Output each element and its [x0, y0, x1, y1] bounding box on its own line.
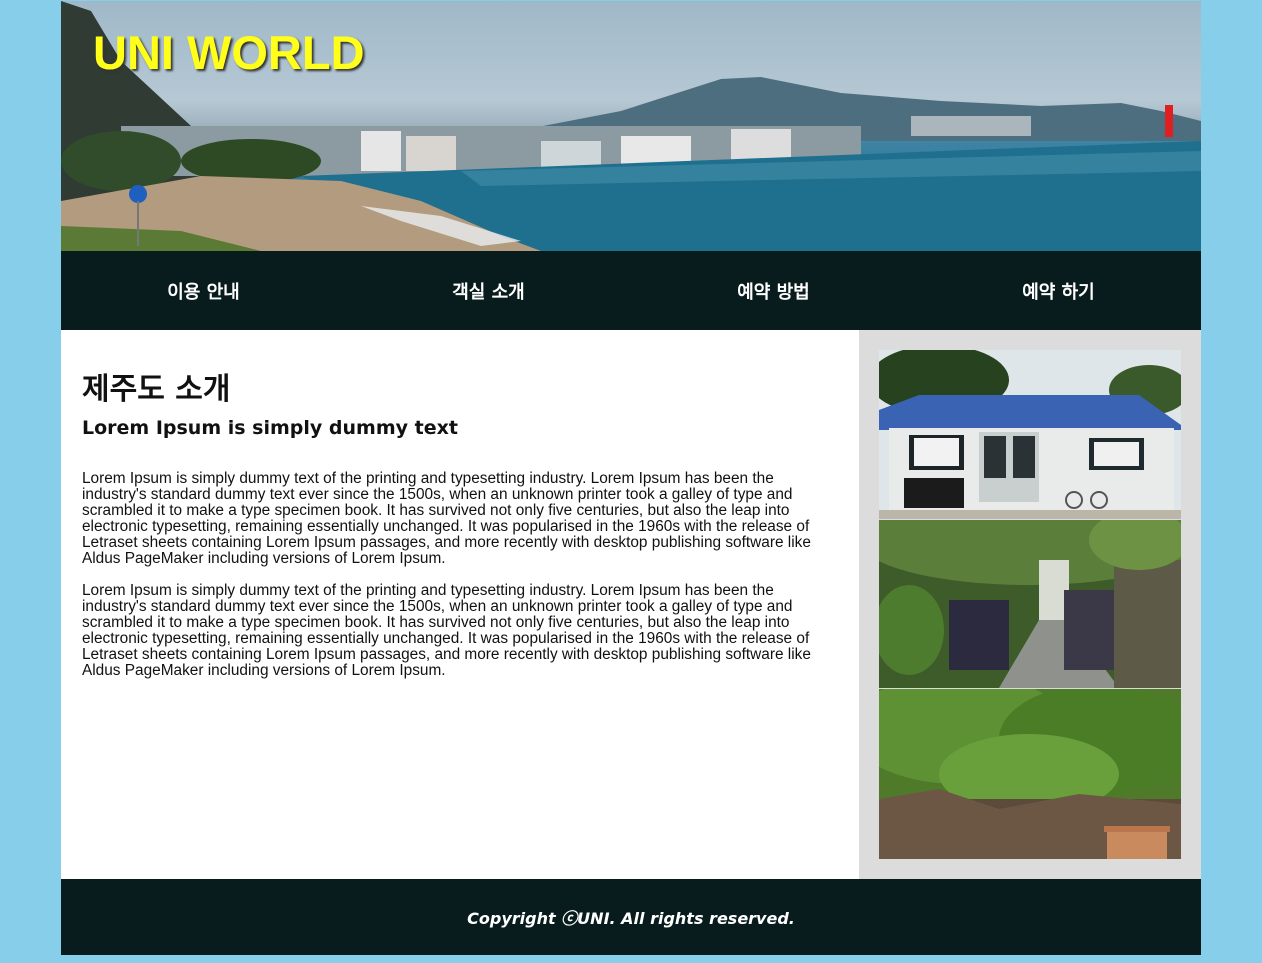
main-content: 제주도 소개 Lorem Ipsum is simply dummy text …: [61, 330, 859, 879]
copyright-text: Copyright ⓒUNI. All rights reserved.: [467, 909, 795, 928]
footer: Copyright ⓒUNI. All rights reserved.: [61, 879, 1201, 955]
nav-item-make-reservation[interactable]: 예약 하기: [916, 251, 1201, 330]
sidebar: [859, 330, 1201, 879]
nav-item-room-intro[interactable]: 객실 소개: [346, 251, 631, 330]
site-logo[interactable]: UNI WORLD: [93, 25, 365, 80]
nav-item-usage-guide[interactable]: 이용 안내: [61, 251, 346, 330]
body-paragraph: Lorem Ipsum is simply dummy text of the …: [82, 470, 811, 567]
stone-wall-alley-photo: [879, 520, 1181, 688]
garden-shrubs-photo: [879, 689, 1181, 859]
main-nav: 이용 안내 객실 소개 예약 방법 예약 하기: [61, 251, 1201, 330]
page-container: UNI WORLD 이용 안내 객실 소개 예약 방법 예약 하기 제주도 소개…: [61, 1, 1201, 955]
header-banner: UNI WORLD: [61, 1, 1201, 251]
page-subtitle: Lorem Ipsum is simply dummy text: [82, 417, 458, 439]
nav-item-reservation-method[interactable]: 예약 방법: [631, 251, 916, 330]
blue-roof-house-photo: [879, 350, 1181, 519]
page-title: 제주도 소개: [82, 372, 231, 407]
body-paragraph: Lorem Ipsum is simply dummy text of the …: [82, 582, 811, 679]
